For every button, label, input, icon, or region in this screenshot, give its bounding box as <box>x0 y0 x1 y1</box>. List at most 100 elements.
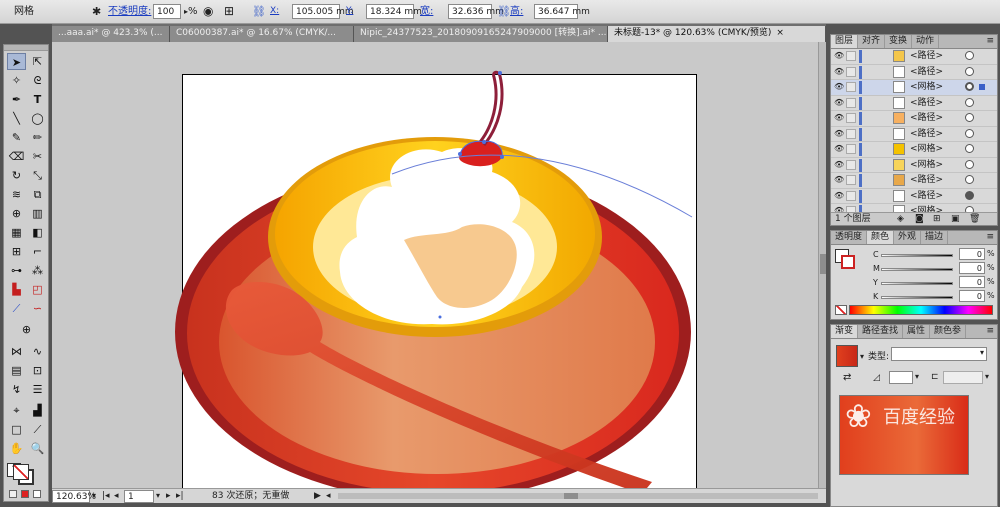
vertical-scrollbar[interactable] <box>818 42 826 488</box>
target-circle-icon[interactable] <box>965 159 974 169</box>
opacity-link[interactable]: 不透明度: <box>108 4 151 19</box>
pencil-tool-icon[interactable]: ✏ <box>28 129 47 146</box>
tab-transform[interactable]: 变换 <box>885 35 913 48</box>
target-circle-icon[interactable] <box>965 175 974 184</box>
recolor-icon[interactable]: ✱ <box>92 4 101 19</box>
rectangle-tool-icon[interactable]: □ <box>7 421 26 438</box>
shape-builder-tool-icon[interactable]: ⊕ <box>7 205 26 222</box>
gradient-mode-icon[interactable] <box>21 490 29 498</box>
locate-object-icon[interactable]: ◈ <box>897 213 904 225</box>
tab-transparency[interactable]: 透明度 <box>831 231 868 244</box>
line-tool-icon[interactable]: ╲ <box>7 110 26 127</box>
target-circle-icon[interactable] <box>965 51 974 60</box>
bar-graph-tool-icon[interactable]: ▟ <box>28 402 47 419</box>
first-page-icon[interactable]: |◂ <box>102 490 110 503</box>
tab-color[interactable]: 颜色 <box>867 231 895 244</box>
new-sublayer-icon[interactable]: ⊞ <box>933 213 941 225</box>
list-tool-icon[interactable]: ☰ <box>28 381 47 398</box>
gradient-tool-icon[interactable]: ◧ <box>28 224 47 241</box>
live-paint-tool-icon[interactable]: ▥ <box>28 205 47 222</box>
slider-y[interactable]: Y 0% <box>831 276 997 290</box>
lock-toggle[interactable] <box>846 144 856 154</box>
slider-c-value[interactable]: 0 <box>959 248 985 260</box>
prev-page-icon[interactable]: ◂ <box>114 490 119 503</box>
chart-tool-icon[interactable]: ↯ <box>7 381 26 398</box>
tab-layers[interactable]: 图层 <box>831 35 859 48</box>
visibility-eye-icon[interactable]: 👁 <box>834 144 844 154</box>
next-page-icon[interactable]: ▸ <box>166 490 171 503</box>
width-tool-icon[interactable]: ⋈ <box>7 343 26 360</box>
gradient-panel-menu-icon[interactable]: ≡ <box>986 326 994 336</box>
tab-color-guide[interactable]: 颜色参 <box>930 325 967 338</box>
page-field[interactable]: 1 <box>124 490 154 503</box>
horizontal-scrollbar[interactable] <box>338 493 818 499</box>
knife-tool-icon[interactable]: ⟋ <box>28 421 47 438</box>
layer-row[interactable]: 👁 <路径> <box>831 49 997 65</box>
rotate-tool-icon[interactable]: ↻ <box>7 167 26 184</box>
target-circle-icon[interactable] <box>965 66 974 76</box>
blob-brush-tool-icon[interactable]: ⌫ <box>7 148 26 165</box>
ellipse-tool-icon[interactable]: ◯ <box>28 110 47 127</box>
lock-toggle[interactable] <box>846 190 856 201</box>
color-mode-icon[interactable] <box>9 490 17 498</box>
visibility-eye-icon[interactable]: 👁 <box>834 191 844 201</box>
aspect-ratio-input[interactable] <box>943 371 983 384</box>
perspective-grid-tool-icon[interactable]: ▦ <box>7 224 26 241</box>
free-transform-tool-icon[interactable]: ⧉ <box>28 186 47 203</box>
gradient-type-select[interactable]: ▾ <box>891 347 987 361</box>
hand-tool-icon[interactable]: ⊕ <box>17 321 36 338</box>
h-input[interactable]: 36.647 mm <box>534 4 590 19</box>
mesh-tool-icon[interactable]: ⊞ <box>7 243 26 260</box>
lock-toggle[interactable] <box>846 66 856 77</box>
column-graph-tool-icon[interactable]: ▙ <box>7 281 26 298</box>
w-input[interactable]: 32.636 mm <box>448 4 504 19</box>
paintbrush-tool-icon[interactable]: ✎ <box>7 129 26 146</box>
hand-icon[interactable]: ✋ <box>7 440 26 457</box>
layer-row[interactable]: 👁 <网格> <box>831 80 997 96</box>
slider-m-track[interactable] <box>881 268 953 271</box>
slider-k[interactable]: K 0% <box>831 290 997 304</box>
tab-align[interactable]: 对齐 <box>858 35 886 48</box>
vertical-scroll-thumb[interactable] <box>820 254 826 274</box>
gradient-swatch-dropdown-icon[interactable]: ▾ <box>860 352 864 361</box>
horizontal-scroll-thumb[interactable] <box>564 493 578 499</box>
visibility-eye-icon[interactable]: 👁 <box>834 113 844 123</box>
slider-y-track[interactable] <box>881 282 953 285</box>
visibility-eye-icon[interactable]: 👁 <box>834 129 844 139</box>
color-spectrum[interactable] <box>849 305 993 315</box>
slider-m[interactable]: M 0% <box>831 262 997 276</box>
angle-input[interactable] <box>889 371 913 384</box>
status-menu-icon[interactable]: ▶ <box>314 490 321 503</box>
visibility-eye-icon[interactable]: 👁 <box>834 160 844 170</box>
lock-toggle[interactable] <box>846 51 856 61</box>
link-icon[interactable]: ⛓ <box>252 4 266 19</box>
doc-tab-2[interactable]: C06000387.ai* @ 16.67% (CMYK/... <box>170 26 354 42</box>
visibility-eye-icon[interactable]: 👁 <box>834 175 844 185</box>
target-circle-icon[interactable] <box>965 97 974 107</box>
eraser-tool-icon[interactable]: ∽ <box>28 300 47 317</box>
mesh-alt-tool-icon[interactable]: ⊡ <box>28 362 47 379</box>
visibility-eye-icon[interactable]: 👁 <box>834 98 844 108</box>
target-circle-icon[interactable] <box>965 82 974 91</box>
page-dropdown-icon[interactable]: ▾ <box>156 490 160 503</box>
visibility-eye-icon[interactable]: 👁 <box>834 51 844 61</box>
eyedropper-tool-icon[interactable]: ⌐ <box>28 243 47 260</box>
none-mode-icon[interactable] <box>33 490 41 498</box>
canvas-area[interactable] <box>52 42 818 488</box>
hscroll-left-icon[interactable]: ◂ <box>326 490 331 503</box>
lock-toggle[interactable] <box>846 175 856 185</box>
slider-c-track[interactable] <box>881 254 953 257</box>
doc-tab-3[interactable]: Nipic_24377523_20180909165247909000 [转换]… <box>354 26 608 42</box>
measure-tool-icon[interactable]: ⌖ <box>7 402 26 419</box>
lasso-tool-icon[interactable]: ᘓ <box>28 72 47 89</box>
lock-toggle[interactable] <box>846 113 856 123</box>
target-circle-icon[interactable] <box>965 113 974 122</box>
target-circle-icon[interactable] <box>965 144 974 153</box>
slider-c[interactable]: C 0% <box>831 248 997 262</box>
delete-layer-icon[interactable]: 🗑 <box>969 213 980 225</box>
wave-tool-icon[interactable]: ∿ <box>28 343 47 360</box>
none-color-icon[interactable] <box>835 305 847 315</box>
slider-k-track[interactable] <box>881 296 953 299</box>
layer-row[interactable]: 👁 <路径> <box>831 111 997 127</box>
selection-tool-icon[interactable]: ➤ <box>7 53 26 70</box>
